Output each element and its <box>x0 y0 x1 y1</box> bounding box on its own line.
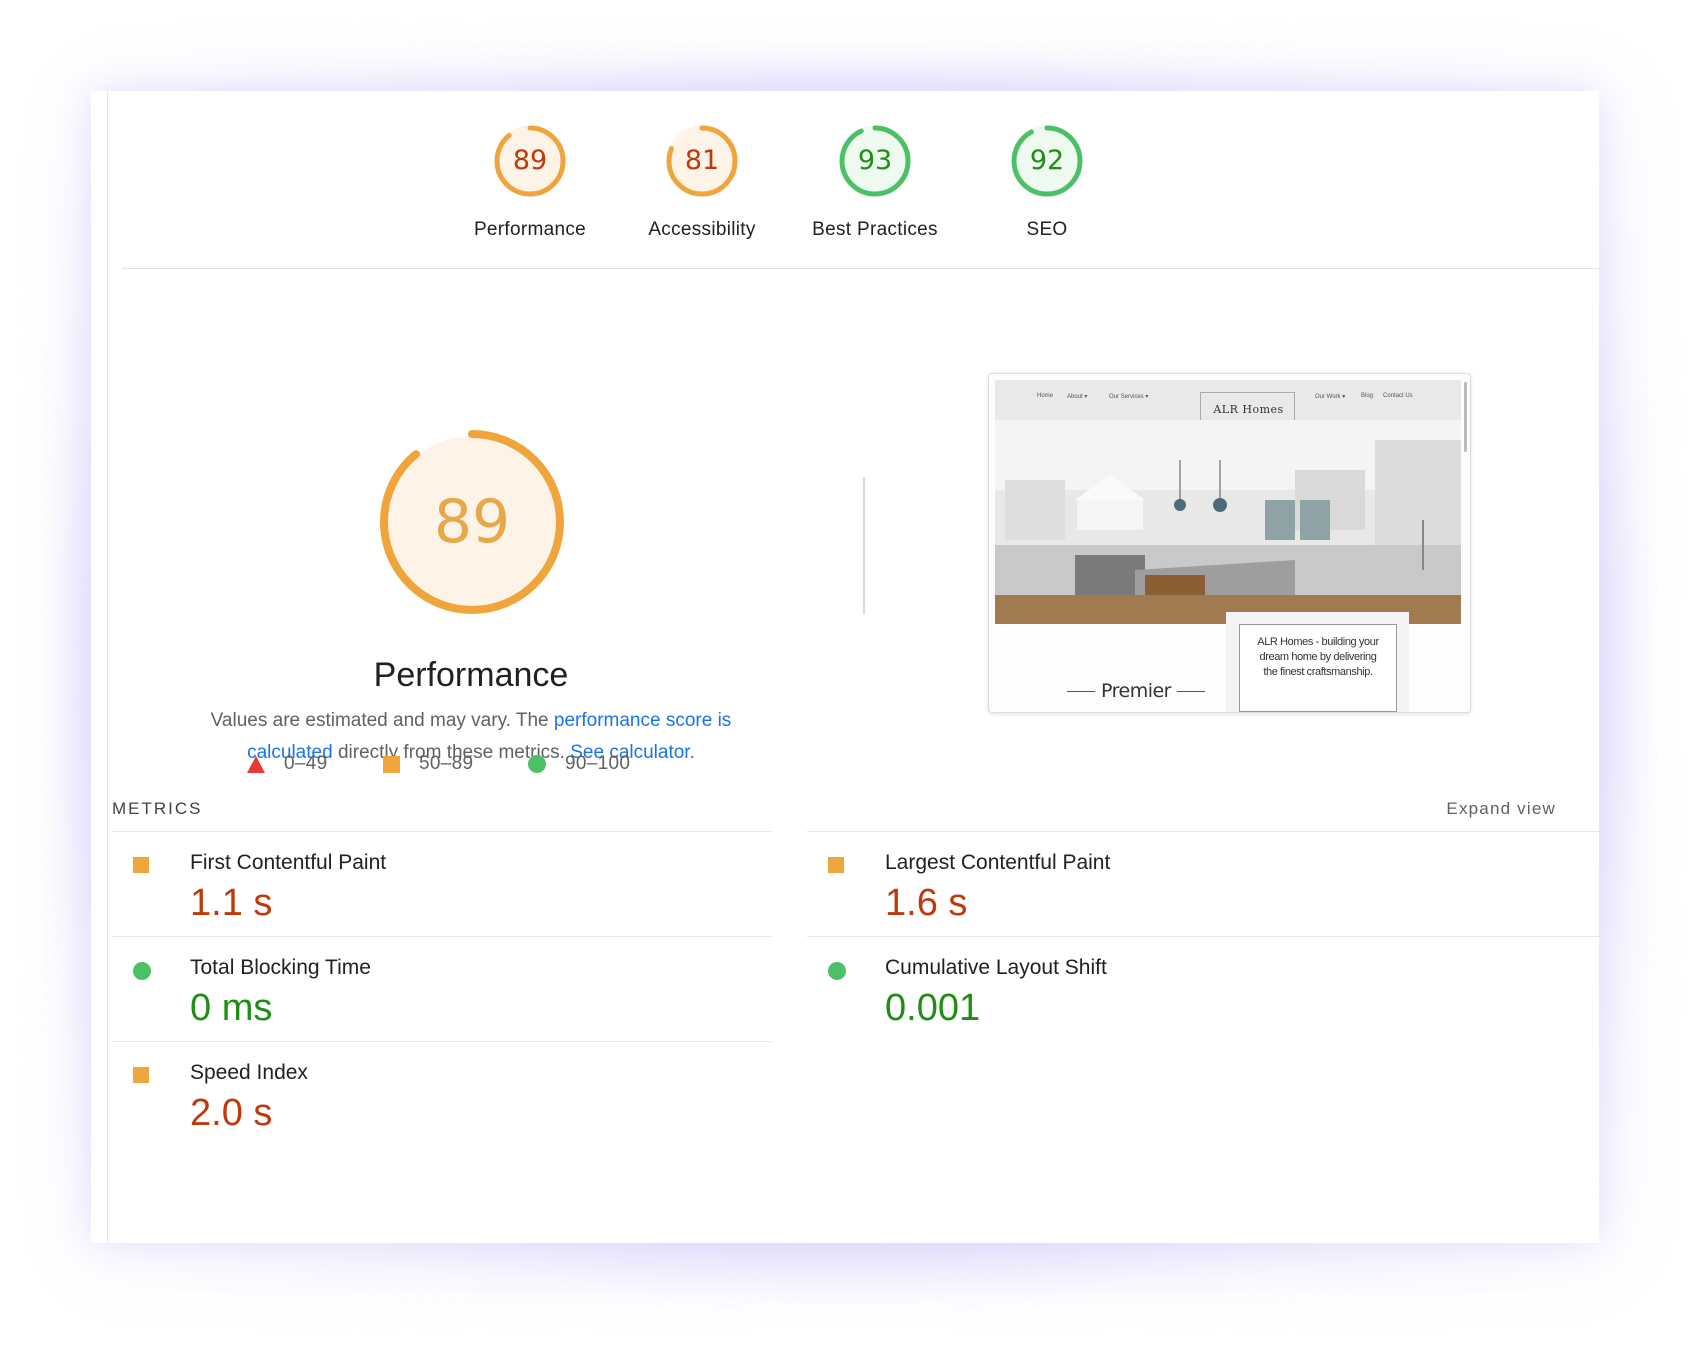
preview-logo: ALR Homes <box>1200 392 1295 422</box>
metric-title: Largest Contentful Paint <box>885 851 1111 874</box>
preview-nav-item: Home <box>1037 393 1054 399</box>
description-text: Values are estimated and may vary. The <box>210 710 554 731</box>
metric-title: Speed Index <box>190 1061 308 1084</box>
legend-average: 50–89 <box>383 753 473 775</box>
gauge-label: Performance <box>473 219 587 240</box>
legend-pass: 90–100 <box>528 753 630 775</box>
gauge-seo[interactable]: 92 SEO <box>953 121 1141 241</box>
square-icon <box>133 857 149 873</box>
preview-tagline-box: ALR Homes - building your dream home by … <box>1239 624 1397 712</box>
performance-gauge-large: 89 <box>374 424 570 620</box>
expand-view-toggle[interactable]: Expand view <box>1446 799 1556 819</box>
gauge-score: 81 <box>684 145 720 176</box>
square-icon <box>828 857 844 873</box>
circle-icon <box>528 755 546 773</box>
score-legend: 0–49 50–89 90–100 <box>91 753 1599 783</box>
gauge-performance[interactable]: 89 Performance <box>436 121 624 241</box>
legend-range: 0–49 <box>284 753 328 774</box>
metric-title: Total Blocking Time <box>190 956 371 979</box>
gauge-accessibility[interactable]: 81 Accessibility <box>608 121 796 241</box>
preview-nav-item: Our Services ▾ <box>1109 394 1149 400</box>
legend-range: 90–100 <box>565 753 631 774</box>
metric-title: Cumulative Layout Shift <box>885 956 1107 979</box>
square-icon <box>383 755 400 773</box>
gauge-score: 89 <box>512 145 548 176</box>
gauge-score: 92 <box>1029 145 1065 176</box>
metric-cls: Cumulative Layout Shift 0.001 <box>807 937 1427 1041</box>
circle-icon <box>133 962 151 980</box>
metric-lcp: Largest Contentful Paint 1.6 s <box>807 832 1427 936</box>
vertical-divider <box>863 477 865 614</box>
circle-icon <box>828 962 846 980</box>
metric-fcp: First Contentful Paint 1.1 s <box>112 832 732 936</box>
preview-logo-text: ALR Homes <box>1213 403 1284 416</box>
gauge-label: Best Practices <box>812 219 938 240</box>
gauge-label: SEO <box>1026 219 1068 240</box>
gauge-score: 93 <box>857 145 893 176</box>
metrics-heading: METRICS <box>112 799 203 818</box>
preview-scrollbar <box>1464 382 1467 452</box>
metric-value: 1.6 s <box>885 882 968 924</box>
metric-speed-index: Speed Index 2.0 s <box>112 1042 732 1146</box>
preview-navbar: Home About ▾ Our Services ▾ Our Work ▾ B… <box>995 380 1461 422</box>
performance-score: 89 <box>433 487 511 557</box>
preview-caption: Premier <box>1061 680 1211 702</box>
preview-nav-item: About ▾ <box>1067 394 1088 400</box>
gauge-label: Accessibility <box>648 219 756 240</box>
square-icon <box>133 1067 149 1083</box>
metric-value: 0.001 <box>885 987 981 1029</box>
final-screenshot[interactable]: Home About ▾ Our Services ▾ Our Work ▾ B… <box>988 373 1471 713</box>
metric-value: 1.1 s <box>190 882 273 924</box>
report-card: 89 Performance 81 Accessibility 93 Best … <box>91 91 1599 1243</box>
metric-title: First Contentful Paint <box>190 851 387 874</box>
metric-value: 0 ms <box>190 987 273 1029</box>
triangle-icon <box>247 755 265 773</box>
kitchen-illustration <box>995 420 1461 624</box>
category-scores: 89 Performance 81 Accessibility 93 Best … <box>91 91 1599 269</box>
kitchen-photo <box>995 420 1461 624</box>
preview-nav-item: Our Work ▾ <box>1315 394 1346 400</box>
metric-tbt: Total Blocking Time 0 ms <box>112 937 732 1041</box>
legend-range: 50–89 <box>419 753 474 774</box>
divider <box>122 268 1599 269</box>
gauge-best-practices[interactable]: 93 Best Practices <box>781 121 969 241</box>
preview-nav-item: Blog <box>1361 393 1374 399</box>
legend-fail: 0–49 <box>247 753 327 775</box>
preview-nav-item: Contact Us <box>1383 393 1413 399</box>
metric-value: 2.0 s <box>190 1092 273 1134</box>
performance-title: Performance <box>373 656 569 694</box>
